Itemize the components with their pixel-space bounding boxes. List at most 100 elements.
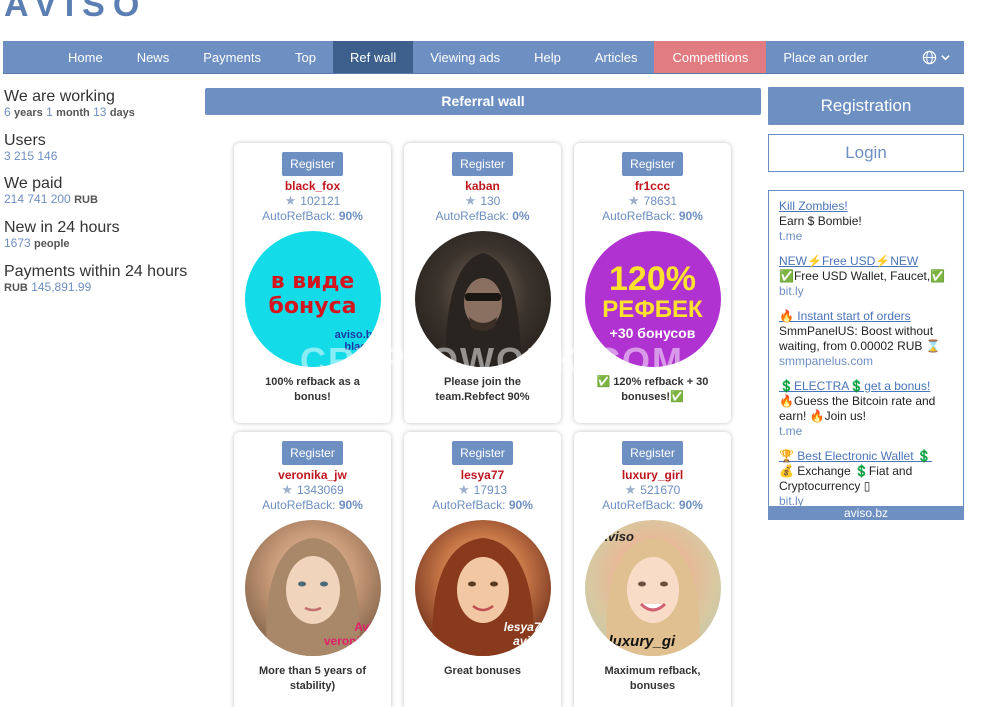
register-button[interactable]: Register [452, 441, 513, 465]
referrer-avatar[interactable]: lesya7 avis [414, 520, 551, 656]
referrer-rating: ★ 17913 [457, 482, 508, 497]
ad-source[interactable]: smmpanelus.com [779, 354, 953, 369]
ad-source[interactable]: t.me [779, 424, 953, 439]
register-button[interactable]: Register [452, 152, 513, 176]
referrer-username[interactable]: fr1ccc [574, 179, 731, 193]
nav-ref-wall[interactable]: Ref wall [332, 41, 414, 73]
login-button[interactable]: Login [768, 134, 964, 172]
right-sidebar: Registration Login Kill Zombies! Earn $ … [768, 87, 964, 520]
ad-source[interactable]: bit.ly [779, 284, 953, 299]
star-icon: ★ [457, 482, 470, 497]
referrer-username[interactable]: lesya77 [404, 468, 561, 482]
ad-text: 🔥Guess the Bitcoin rate and earn! 🔥Join … [779, 394, 936, 423]
register-button[interactable]: Register [622, 441, 683, 465]
avatar-tag-2: veronik [323, 634, 367, 648]
stat-paid: We paid 214 741 200 RUB [4, 175, 204, 207]
stat-new24: New in 24 hours 1673 people [4, 219, 204, 251]
nav-articles[interactable]: Articles [578, 41, 655, 73]
ad-item: Kill Zombies! Earn $ Bombie! t.me [779, 199, 953, 244]
referrer-avatar[interactable]: Avi veronik [244, 520, 381, 656]
referrer-caption: Great bonuses [443, 665, 522, 677]
ad-item: 🔥 Instant start of orders SmmPanelUS: Bo… [779, 309, 953, 369]
referrer-username[interactable]: luxury_girl [574, 468, 731, 482]
referrer-caption: More than 5 years of stability) [259, 665, 366, 692]
stat-paid-value: 214 741 200 RUB [4, 192, 98, 206]
auto-refback: AutoRefBack: 90% [432, 498, 533, 512]
avatar-tag-2: luxury_gi [608, 633, 676, 650]
referrer-caption: Maximum refback, bonuses [604, 665, 701, 692]
stat-payments24-value: RUB 145,891.99 [4, 280, 92, 294]
referral-card: Register fr1ccc ★ 78631 AutoRefBack: 90% … [574, 143, 731, 423]
nav-news[interactable]: News [120, 41, 187, 73]
referral-card: Register luxury_girl ★ 521670 AutoRefBack… [574, 432, 731, 707]
star-icon: ★ [281, 482, 293, 497]
referrer-avatar[interactable]: 120% РЕФБЕК +30 бонусов [584, 231, 721, 367]
ad-item: 💲ELECTRA💲get a bonus! 🔥Guess the Bitcoin… [779, 379, 953, 439]
ad-text: ✅Free USD Wallet, Faucet,✅ [779, 269, 946, 283]
stat-users-title: Users [4, 132, 46, 149]
ad-text: 💰 Exchange 💲Fiat and Cryptocurrency ▯ [779, 464, 913, 493]
star-icon: ★ [464, 193, 477, 208]
ad-title[interactable]: NEW⚡Free USD⚡NEW [779, 254, 953, 269]
ad-title[interactable]: Kill Zombies! [779, 199, 953, 214]
registration-button[interactable]: Registration [768, 87, 964, 125]
site-stats: We are working 6 years 1 month 13 days U… [4, 88, 204, 307]
referrer-username[interactable]: black_fox [234, 179, 391, 193]
referrer-rating: ★ 521670 [624, 482, 681, 497]
ad-text: Earn $ Bombie! [779, 214, 862, 228]
ad-source[interactable]: t.me [779, 229, 953, 244]
ads-footer-link[interactable]: aviso.bz [768, 506, 964, 520]
referral-card: Register lesya77 ★ 17913 AutoRefBack: 90%… [404, 432, 561, 707]
ad-title[interactable]: 🏆 Best Electronic Wallet 💲 [779, 449, 953, 464]
register-button[interactable]: Register [622, 152, 683, 176]
referrer-caption: Please join the team.Rebfect 90% [435, 376, 530, 403]
stat-payments24-title: Payments within 24 hours [4, 263, 188, 280]
site-logo[interactable]: AVISO [4, 0, 147, 25]
avatar-banner-word: РЕФБЕК [602, 296, 703, 323]
stat-users: Users 3 215 146 [4, 132, 204, 163]
referrer-username[interactable]: kaban [404, 179, 561, 193]
stat-payments24: Payments within 24 hours RUB 145,891.99 [4, 263, 204, 295]
main-navbar: Home News Payments Top Ref wall Viewing … [3, 41, 964, 74]
avatar-banner-text: в виде бонуса [268, 269, 357, 319]
nav-help[interactable]: Help [517, 41, 578, 73]
stat-users-value: 3 215 146 [4, 149, 58, 163]
ad-title[interactable]: 🔥 Instant start of orders [779, 309, 953, 324]
stat-working-value: 6 years 1 month 13 days [4, 105, 135, 119]
avatar-tag: lesya7 [503, 620, 541, 634]
nav-place-order[interactable]: Place an order [766, 41, 885, 73]
referrer-avatar[interactable]: Aviso luxury_gi [584, 520, 721, 656]
ad-item: NEW⚡Free USD⚡NEW ✅Free USD Wallet, Fauce… [779, 254, 953, 299]
referrer-avatar[interactable] [414, 231, 551, 367]
nav-top[interactable]: Top [278, 41, 333, 73]
nav-viewing-ads[interactable]: Viewing ads [413, 41, 517, 73]
referrer-rating: ★ 102121 [284, 193, 341, 208]
nav-payments[interactable]: Payments [186, 41, 278, 73]
avatar-tag: Aviso [598, 529, 634, 544]
referrer-username[interactable]: veronika_jw [234, 468, 391, 482]
nav-home[interactable]: Home [51, 41, 120, 73]
stat-paid-title: We paid [4, 175, 63, 192]
ad-text: SmmPanelUS: Boost without waiting, from … [779, 324, 941, 353]
stat-new24-title: New in 24 hours [4, 219, 120, 236]
ads-block: Kill Zombies! Earn $ Bombie! t.me NEW⚡Fr… [768, 190, 964, 520]
stat-working: We are working 6 years 1 month 13 days [4, 88, 204, 120]
ad-title[interactable]: 💲ELECTRA💲get a bonus! [779, 379, 953, 394]
star-icon: ★ [284, 193, 297, 208]
nav-competitions[interactable]: Competitions [654, 41, 767, 73]
referral-wall-header: Referral wall [205, 88, 761, 115]
register-button[interactable]: Register [282, 152, 343, 176]
auto-refback: AutoRefBack: 90% [262, 209, 363, 223]
referral-cards: Register black_fox ★ 102121 AutoRefBack: … [234, 143, 734, 707]
referral-card: Register veronika_jw ★ 1343069 AutoRefBac… [234, 432, 391, 707]
avatar-banner-bonus: +30 бонусов [609, 325, 696, 341]
auto-refback: AutoRefBack: 90% [262, 498, 363, 512]
referrer-avatar[interactable]: в виде бонуса aviso.b black [244, 231, 381, 367]
auto-refback: AutoRefBack: 90% [602, 209, 703, 223]
language-selector[interactable] [908, 41, 964, 73]
chevron-down-icon [941, 54, 950, 60]
hooded-figure-image [444, 253, 521, 367]
register-button[interactable]: Register [282, 441, 343, 465]
auto-refback: AutoRefBack: 90% [602, 498, 703, 512]
